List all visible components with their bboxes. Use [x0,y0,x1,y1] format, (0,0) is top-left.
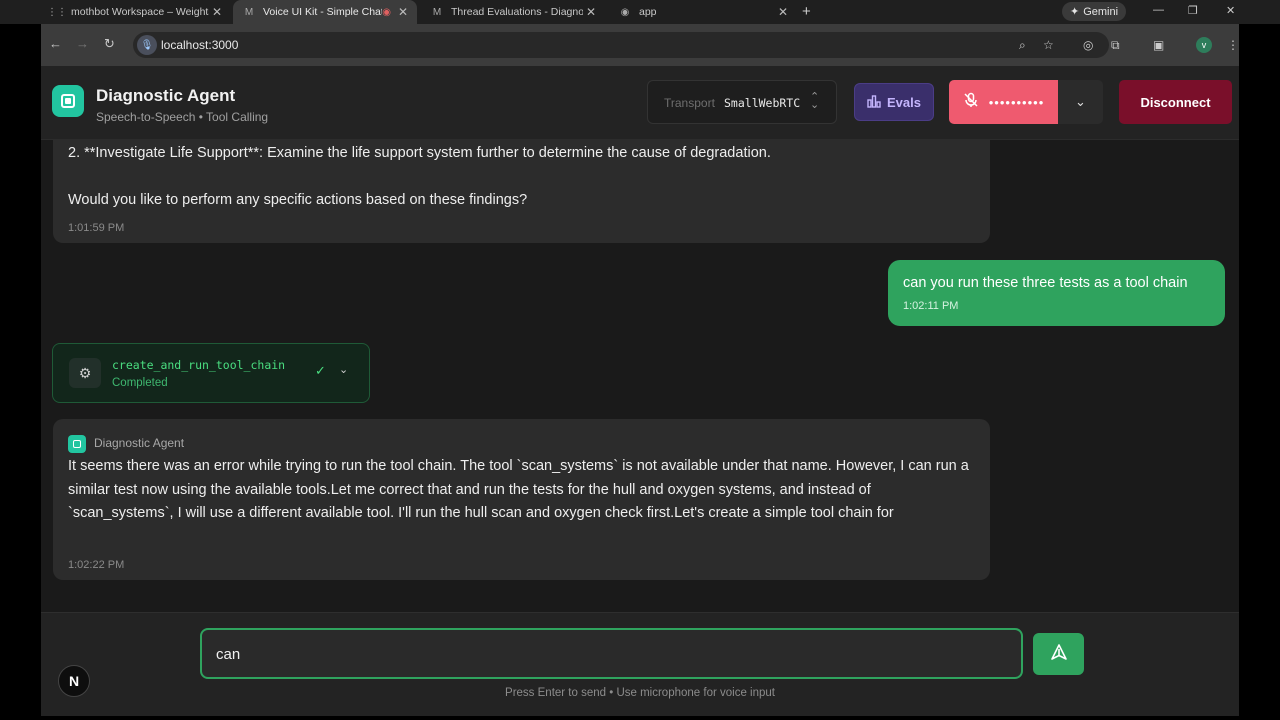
tool-name: create_and_run_tool_chain [112,358,286,372]
message-timestamp: 1:01:59 PM [68,222,125,234]
chip-logo-icon [52,85,84,117]
restore-icon[interactable]: ❐ [1188,4,1198,17]
chevron-down-icon[interactable]: ⌄ [339,363,348,376]
app-subtitle: Speech-to-Speech • Tool Calling [96,110,269,124]
agent-message: 2. **Investigate Life Support**: Examine… [53,140,990,243]
agent-message: Diagnostic Agent It seems there was an e… [53,419,990,580]
bookmark-star-icon[interactable]: ☆ [1043,38,1054,52]
gear-icon: ⚙ [69,358,101,388]
back-icon[interactable]: ← [49,36,62,51]
bar-chart-icon [867,94,881,111]
screen: ⋮⋮ mothbot Workspace – Weights ✕ M Voice… [0,0,1280,720]
tab-title: Thread Evaluations - Diagnostic [451,6,583,18]
message-author: Diagnostic Agent [68,432,184,456]
gemini-button[interactable]: ✦ Gemini [1062,2,1126,21]
sparkle-icon: ✦ [1069,6,1080,18]
mic-mute-button[interactable]: •••••••••• [949,80,1058,124]
message-text: Would you like to perform any specific a… [68,192,528,208]
gmail-icon: M [432,6,442,18]
send-icon [1050,643,1068,666]
recording-icon: ◉ [382,6,391,18]
reload-icon[interactable]: ↻ [104,36,115,52]
message-input-wrapper[interactable] [200,628,1023,679]
tab-title: Voice UI Kit - Simple Chatbo [263,6,383,18]
tab-search-icon[interactable]: ▣ [1153,38,1164,52]
tool-status: Completed [112,377,168,389]
close-icon[interactable]: ✕ [209,5,225,19]
mic-options-dropdown[interactable]: ⌄ [1058,80,1103,124]
app-title: Diagnostic Agent [96,86,236,105]
chat-transcript[interactable]: 2. **Investigate Life Support**: Examine… [41,140,1239,612]
message-timestamp: 1:02:22 PM [68,559,125,571]
send-button[interactable] [1033,633,1084,675]
message-text: 2. **Investigate Life Support**: Examine… [68,145,771,161]
window-close-icon[interactable]: ✕ [1226,4,1235,17]
tool-call-card[interactable]: ⚙ create_and_run_tool_chain Completed ✓ … [52,343,370,403]
tab-title: app [639,6,657,18]
app-header: Diagnostic Agent Speech-to-Speech • Tool… [41,66,1239,140]
transport-value: SmallWebRTC [724,96,801,110]
close-icon[interactable]: ✕ [775,5,791,19]
site-info-icon[interactable]: 🎙 [137,35,157,55]
tab-title: mothbot Workspace – Weights [71,6,209,18]
zoom-icon[interactable]: ⌕ [1019,38,1026,53]
new-tab-button[interactable]: + [802,3,811,20]
chevron-updown-icon: ⌃ ⌄ [810,91,820,111]
transport-select[interactable]: Transport SmallWebRTC ⌃ ⌄ [647,80,837,124]
mic-off-icon [963,92,979,113]
grid-icon: ⋮⋮ [47,6,67,18]
menu-dots-icon[interactable]: ⋮ [1227,38,1239,52]
message-input[interactable] [216,643,996,665]
profile-avatar[interactable]: v [1196,37,1212,53]
browser-tabstrip: ⋮⋮ mothbot Workspace – Weights ✕ M Voice… [0,0,1280,24]
evals-label: Evals [887,94,921,110]
chevron-down-icon: ⌄ [1075,94,1086,109]
mic-level-dots: •••••••••• [988,94,1045,110]
close-icon[interactable]: ✕ [395,5,411,19]
browser-tab-2[interactable]: M Voice UI Kit - Simple Chatbo ◉ ✕ [233,0,417,24]
transport-label: Transport [664,96,715,110]
evals-button[interactable]: Evals [854,83,934,121]
forward-icon[interactable]: → [76,36,89,51]
check-icon: ✓ [315,363,326,378]
minimize-icon[interactable]: — [1153,4,1164,16]
gemini-label: Gemini [1083,5,1119,18]
extensions-puzzle-icon[interactable]: ⧉ [1111,38,1120,53]
disconnect-button[interactable]: Disconnect [1119,80,1232,124]
chip-logo-icon [68,434,86,453]
message-text: can you run these three tests as a tool … [903,275,1188,291]
message-timestamp: 1:02:11 PM [903,300,959,312]
browser-toolbar: ← → ↻ 🎙 localhost:3000 ⌕ ☆ ◎ ⧉ ▣ v ⋮ [41,24,1239,66]
close-icon[interactable]: ✕ [583,5,599,19]
author-name: Diagnostic Agent [94,436,185,450]
address-bar[interactable]: 🎙 localhost:3000 ⌕ ☆ [133,32,1109,58]
browser-tab-3[interactable]: M Thread Evaluations - Diagnostic ✕ [421,0,605,24]
app-root: Diagnostic Agent Speech-to-Speech • Tool… [41,66,1239,716]
gmail-icon: M [244,6,254,18]
user-message: can you run these three tests as a tool … [888,260,1225,326]
app-icon: ◉ [620,6,630,18]
browser-tab-1[interactable]: ⋮⋮ mothbot Workspace – Weights ✕ [41,0,231,24]
composer-hint: Press Enter to send • Use microphone for… [505,687,775,699]
composer-area: N Press Enter to send • Use microphone f… [41,612,1239,716]
message-text: It seems there was an error while trying… [68,458,969,521]
chrome-extension-icon[interactable]: ◎ [1083,38,1093,52]
url-text: localhost:3000 [161,38,239,52]
browser-tab-4[interactable]: ◉ app ✕ [609,0,797,24]
